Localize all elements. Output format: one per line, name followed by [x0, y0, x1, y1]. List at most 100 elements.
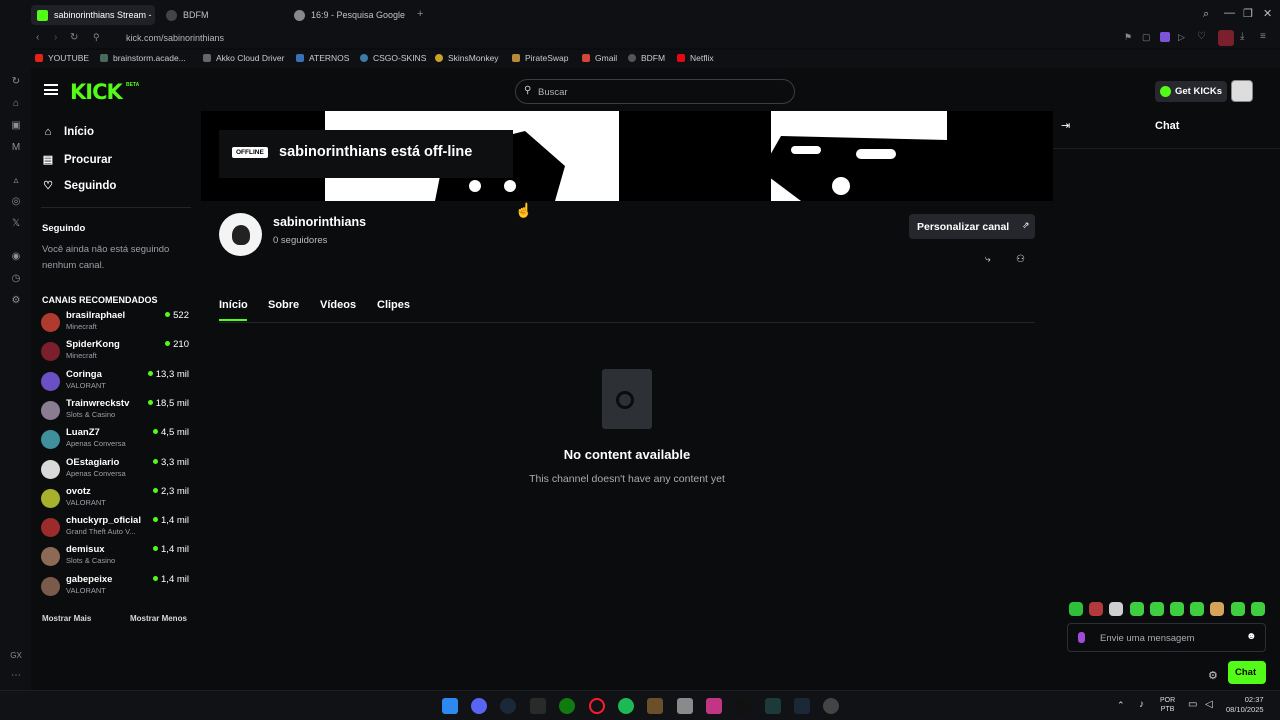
- instagram-app-icon[interactable]: [706, 698, 722, 714]
- user-avatar[interactable]: [1231, 80, 1253, 102]
- recommended-channel[interactable]: chuckyrp_oficial Grand Theft Auto V... 1,4…: [41, 514, 189, 540]
- reload-icon[interactable]: ↻: [70, 32, 78, 43]
- language-indicator[interactable]: POR PTB: [1160, 696, 1175, 714]
- search-bar[interactable]: ⚲ Buscar: [515, 79, 795, 104]
- emote-icon[interactable]: [1210, 602, 1225, 616]
- emote-icon[interactable]: [1089, 602, 1104, 616]
- menu-icon[interactable]: ≡: [1260, 31, 1266, 42]
- gx-label[interactable]: GX: [8, 650, 24, 662]
- tray-chevron-icon[interactable]: ⌃: [1117, 700, 1125, 711]
- network-icon[interactable]: ▭: [1188, 699, 1197, 710]
- steam-icon[interactable]: [500, 698, 516, 714]
- site-info-icon[interactable]: ⚲: [93, 32, 100, 43]
- profile-extension-icon[interactable]: [1218, 30, 1234, 46]
- settings-app-icon[interactable]: [823, 698, 839, 714]
- x-icon[interactable]: 𝕏: [10, 218, 22, 230]
- terminal-app-icon[interactable]: [765, 698, 781, 714]
- news-icon[interactable]: ▣: [10, 120, 22, 132]
- emote-icon[interactable]: [1069, 602, 1083, 616]
- tab-about[interactable]: Sobre: [268, 299, 299, 311]
- audio-app-icon[interactable]: [735, 698, 751, 714]
- recommended-channel[interactable]: brasilraphael Minecraft 522: [41, 309, 189, 335]
- mail-icon[interactable]: M: [10, 142, 22, 154]
- bookmark-gmail[interactable]: Gmail: [582, 53, 617, 63]
- xbox-icon[interactable]: [559, 698, 575, 714]
- clock-icon[interactable]: ◷: [10, 273, 22, 285]
- recommended-channel[interactable]: LuanZ7 Apenas Conversa 4,5 mil: [41, 426, 189, 452]
- new-tab-button[interactable]: +: [417, 8, 423, 20]
- chat-input[interactable]: Envie uma mensagem: [1100, 633, 1195, 644]
- forward-icon[interactable]: ›: [54, 32, 57, 43]
- minecraft-icon[interactable]: [647, 698, 663, 714]
- steam-app-icon[interactable]: [794, 698, 810, 714]
- search-tabs-icon[interactable]: ⌕: [1203, 8, 1209, 21]
- player-icon[interactable]: ◉: [10, 251, 22, 263]
- opera-gx-icon[interactable]: [589, 698, 605, 714]
- tab-kick[interactable]: sabinorinthians Stream -: [31, 5, 155, 25]
- tab-home[interactable]: Início: [219, 299, 248, 311]
- recommended-channel[interactable]: gabepeixe VALORANT 1,4 mil: [41, 573, 189, 599]
- pin-icon[interactable]: ⚑: [1124, 32, 1132, 43]
- bookmark-youtube[interactable]: YOUTUBE: [35, 53, 89, 63]
- chat-send-button[interactable]: Chat: [1228, 661, 1266, 684]
- tab-google[interactable]: 16:9 - Pesquisa Google: [288, 5, 412, 25]
- volume-icon[interactable]: ◁: [1205, 699, 1213, 710]
- emote-icon[interactable]: [1170, 602, 1184, 616]
- discord-icon[interactable]: [471, 698, 487, 714]
- bookmark-skinsmonkey[interactable]: SkinsMonkey: [435, 53, 499, 63]
- bookmark-brainstorm[interactable]: brainstorm.acade...: [100, 53, 186, 63]
- sidebar-item-home[interactable]: ⌂ Início: [41, 126, 94, 138]
- favorite-icon[interactable]: ♡: [1197, 31, 1206, 42]
- ai-icon[interactable]: ⌂: [10, 98, 22, 110]
- bookmark-pirateswap[interactable]: PirateSwap: [512, 53, 568, 63]
- emote-icon[interactable]: [1109, 602, 1124, 616]
- maximize-button[interactable]: ❐: [1243, 7, 1253, 20]
- clock[interactable]: 02:37 08/10/2025: [1226, 695, 1264, 715]
- recommended-channel[interactable]: SpiderKong Minecraft 210: [41, 338, 189, 364]
- kick-logo[interactable]: KICK: [70, 80, 123, 104]
- channel-avatar[interactable]: [219, 213, 262, 256]
- history-icon[interactable]: ↻: [10, 76, 22, 88]
- recommended-channel[interactable]: Trainwreckstv Slots & Casino 18,5 mil: [41, 397, 189, 423]
- bookmark-akko[interactable]: Akko Cloud Driver: [203, 53, 285, 63]
- close-button[interactable]: ✕: [1263, 7, 1272, 20]
- epic-games-icon[interactable]: [530, 698, 546, 714]
- back-icon[interactable]: ‹: [36, 32, 39, 43]
- recommended-channel[interactable]: Coringa VALORANT 13,3 mil: [41, 368, 189, 394]
- mic-icon[interactable]: [1078, 632, 1085, 643]
- instagram-icon[interactable]: ◎: [10, 196, 22, 208]
- search-input[interactable]: Buscar: [538, 87, 568, 98]
- snapshot-icon[interactable]: ▢: [1142, 32, 1151, 43]
- share-icon[interactable]: ⤷: [985, 254, 991, 265]
- spotify-icon[interactable]: [618, 698, 634, 714]
- emoji-icon[interactable]: ☻: [1246, 631, 1257, 642]
- collapse-chat-icon[interactable]: ⇥: [1061, 119, 1070, 132]
- tray-mic-icon[interactable]: ♪: [1139, 699, 1144, 710]
- emote-icon[interactable]: [1149, 602, 1164, 616]
- bookmark-bdfm[interactable]: BDFM: [628, 53, 665, 63]
- chat-input-box[interactable]: Envie uma mensagem ☻: [1067, 623, 1266, 652]
- emote-icon[interactable]: [1230, 602, 1245, 616]
- tab-videos[interactable]: Vídeos: [320, 299, 356, 311]
- crypto-icon[interactable]: ▵: [10, 175, 22, 187]
- customize-channel-button[interactable]: Personalizar canal ⇗: [909, 214, 1035, 239]
- chat-settings-icon[interactable]: ⚙: [1208, 669, 1218, 682]
- url-input[interactable]: kick.com/sabinorinthians: [126, 33, 224, 43]
- get-kicks-button[interactable]: Get KICKs: [1155, 81, 1227, 102]
- player-control-icon[interactable]: ▷: [1178, 32, 1185, 43]
- bookmark-aternos[interactable]: ATERNOS: [296, 53, 349, 63]
- game-controller-icon[interactable]: [677, 698, 693, 714]
- emote-icon[interactable]: [1129, 602, 1144, 616]
- emote-icon[interactable]: [1190, 602, 1205, 616]
- windows-start-icon[interactable]: [442, 698, 458, 714]
- settings-icon[interactable]: ⚙: [10, 295, 22, 307]
- recommended-channel[interactable]: OEstagiario Apenas Conversa 3,3 mil: [41, 456, 189, 482]
- hamburger-menu-icon[interactable]: [44, 84, 58, 95]
- more-icon[interactable]: ⋯: [10, 670, 22, 682]
- vpn-icon[interactable]: [1160, 32, 1170, 42]
- download-icon[interactable]: ⤓: [1240, 31, 1244, 42]
- minimize-button[interactable]: —: [1224, 7, 1235, 19]
- tab-bdfm[interactable]: BDFM: [160, 5, 284, 25]
- mod-icon[interactable]: ⚇: [1016, 254, 1025, 265]
- tab-clips[interactable]: Clipes: [377, 299, 410, 311]
